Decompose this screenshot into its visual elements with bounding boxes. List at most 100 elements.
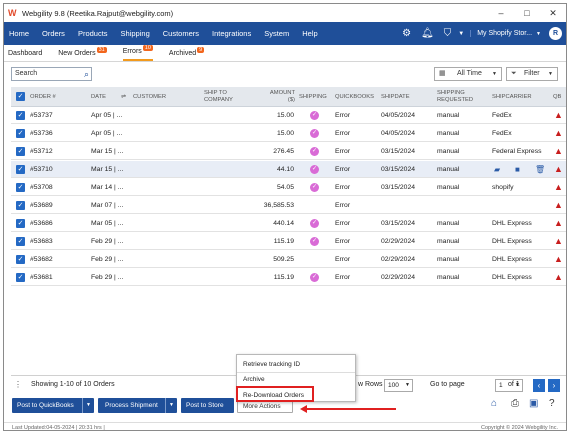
- shield-icon[interactable]: ⛉: [444, 28, 452, 39]
- order-amount: 36,585.53: [263, 202, 294, 209]
- col-shipping-requested[interactable]: SHIPPING REQUESTED: [437, 90, 487, 103]
- bell-icon[interactable]: 🔔︎: [421, 28, 434, 39]
- col-shipcarrier[interactable]: SHIPCARRIER: [492, 94, 532, 101]
- menu-orders[interactable]: Orders: [42, 29, 65, 38]
- maximize-button[interactable]: □: [514, 4, 540, 22]
- order-number[interactable]: #53681: [30, 269, 53, 286]
- col-amount[interactable]: AMOUNT ($): [263, 90, 295, 103]
- order-number[interactable]: #53708: [30, 179, 53, 196]
- warning-icon[interactable]: ▲: [554, 128, 563, 138]
- warning-icon[interactable]: ▲: [554, 182, 563, 192]
- warning-icon[interactable]: ▲: [554, 218, 563, 228]
- rows-per-page-select[interactable]: 100 ▼: [384, 379, 413, 392]
- order-number[interactable]: #53682: [30, 251, 53, 268]
- sort-icon[interactable]: ⇌: [121, 94, 126, 101]
- tab-archived[interactable]: Archived 9: [169, 47, 205, 61]
- row-checkbox[interactable]: ✓: [16, 147, 25, 156]
- date-range-dropdown[interactable]: ▦ All Time ▼: [434, 67, 502, 81]
- menu-system[interactable]: System: [264, 29, 289, 38]
- order-number[interactable]: #53686: [30, 215, 53, 232]
- order-number[interactable]: #53683: [30, 233, 53, 250]
- drag-handle-icon[interactable]: ⋮: [14, 380, 22, 389]
- order-number[interactable]: #53710: [30, 161, 53, 178]
- warning-icon[interactable]: ▲: [554, 146, 563, 156]
- warning-icon[interactable]: ▲: [554, 254, 563, 264]
- search-icon[interactable]: ⌕: [84, 68, 89, 80]
- warning-icon[interactable]: ▲: [554, 110, 563, 120]
- delete-icon[interactable]: 🗑︎: [535, 161, 545, 178]
- process-shipment-button[interactable]: Process Shipment ▼: [98, 398, 177, 413]
- user-avatar[interactable]: R: [549, 27, 562, 40]
- warning-icon[interactable]: ▲: [554, 236, 563, 246]
- table-row[interactable]: ✓ #53682 Feb 29 | ... 509.25 Error 02/29/2024…: [11, 251, 566, 268]
- close-button[interactable]: ✕: [540, 4, 566, 22]
- menu-item-retrieve-tracking[interactable]: Retrieve tracking ID: [243, 361, 300, 368]
- minimize-button[interactable]: –: [488, 4, 514, 22]
- save-icon[interactable]: ▣: [529, 398, 538, 409]
- table-row[interactable]: ✓ #53681 Feb 29 | ... 115.19 ✓ Error 02/29/202…: [11, 269, 566, 286]
- col-qb[interactable]: QB: [553, 94, 561, 101]
- folder-icon[interactable]: ▰: [494, 161, 500, 178]
- menu-customers[interactable]: Customers: [163, 29, 199, 38]
- search-input[interactable]: Search ⌕: [11, 67, 92, 81]
- row-checkbox[interactable]: ✓: [16, 165, 25, 174]
- chevron-down-icon[interactable]: ▼: [458, 31, 464, 37]
- order-number[interactable]: #53737: [30, 107, 53, 124]
- order-number[interactable]: #53736: [30, 125, 53, 142]
- post-to-store-button[interactable]: Post to Store: [181, 398, 234, 413]
- menu-help[interactable]: Help: [302, 29, 317, 38]
- col-shipping[interactable]: SHIPPING: [299, 94, 327, 101]
- order-amount: 44.10: [276, 166, 294, 173]
- table-row[interactable]: ✓ #53712 Mar 15 | ... 276.45 ✓ Error 03/15/202…: [11, 143, 566, 160]
- table-row[interactable]: ✓ #53683 Feb 29 | ... 115.19 ✓ Error 02/29/202…: [11, 233, 566, 250]
- table-row[interactable]: ✓ #53710 Mar 15 | ... 44.10 ✓ Error 03/15/2024…: [11, 161, 566, 178]
- tab-dashboard[interactable]: Dashboard: [8, 50, 42, 61]
- table-row[interactable]: ✓ #53708 Mar 14 | ... 54.05 ✓ Error 03/15/2024…: [11, 179, 566, 196]
- col-customer[interactable]: CUSTOMER: [133, 94, 166, 101]
- row-checkbox[interactable]: ✓: [16, 129, 25, 138]
- col-date[interactable]: DATE: [91, 94, 106, 101]
- tab-errors[interactable]: Errors 10: [122, 45, 153, 61]
- order-number[interactable]: #53712: [30, 143, 53, 160]
- row-checkbox[interactable]: ✓: [16, 183, 25, 192]
- row-checkbox[interactable]: ✓: [16, 219, 25, 228]
- save-row-icon[interactable]: ■: [515, 161, 520, 178]
- store-selector[interactable]: My Shopify Stor... ▼: [470, 30, 541, 37]
- post-to-quickbooks-button[interactable]: Post to QuickBooks ▼: [12, 398, 94, 413]
- row-checkbox[interactable]: ✓: [16, 255, 25, 264]
- row-checkbox[interactable]: ✓: [16, 111, 25, 120]
- menu-home[interactable]: Home: [9, 29, 29, 38]
- table-row[interactable]: ✓ #53737 Apr 05 | ... 15.00 ✓ Error 04/05/2024…: [11, 107, 566, 124]
- table-row[interactable]: ✓ #53686 Mar 05 | ... 440.14 ✓ Error 03/15/202…: [11, 215, 566, 232]
- chevron-down-icon[interactable]: ▼: [165, 398, 177, 413]
- print-icon[interactable]: ⎙: [511, 398, 519, 409]
- table-row[interactable]: ✓ #53736 Apr 05 | ... 15.00 ✓ Error 04/05/2024…: [11, 125, 566, 142]
- help-icon[interactable]: ?: [549, 398, 555, 409]
- chevron-down-icon[interactable]: ▼: [82, 398, 94, 413]
- menu-shipping[interactable]: Shipping: [121, 29, 150, 38]
- row-checkbox[interactable]: ✓: [16, 201, 25, 210]
- shipping-requested: manual: [437, 238, 460, 245]
- filter-button[interactable]: ⏷ Filter ▼: [506, 67, 558, 81]
- menu-item-archive[interactable]: Archive: [243, 376, 265, 383]
- col-order[interactable]: ORDER #: [30, 94, 56, 101]
- col-shipdate[interactable]: SHIPDATE: [381, 94, 410, 101]
- warning-icon[interactable]: ▲: [554, 164, 563, 174]
- row-checkbox[interactable]: ✓: [16, 273, 25, 282]
- col-quickbooks[interactable]: QUICKBOOKS: [335, 94, 374, 101]
- menu-products[interactable]: Products: [78, 29, 108, 38]
- warning-icon[interactable]: ▲: [554, 272, 563, 282]
- tab-new-orders[interactable]: New Orders 31: [58, 47, 107, 61]
- order-date: Mar 05 | ...: [91, 220, 124, 227]
- order-number[interactable]: #53689: [30, 197, 53, 214]
- next-page-button[interactable]: ›: [548, 379, 560, 392]
- settings-icon[interactable]: ⚙: [402, 28, 411, 39]
- prev-page-button[interactable]: ‹: [533, 379, 545, 392]
- warning-icon[interactable]: ▲: [554, 200, 563, 210]
- select-all-checkbox[interactable]: ✓: [16, 92, 25, 101]
- archive-icon[interactable]: ⌂: [491, 398, 497, 409]
- table-row[interactable]: ✓ #53689 Mar 07 | ... 36,585.53 Error ▲: [11, 197, 566, 214]
- row-checkbox[interactable]: ✓: [16, 237, 25, 246]
- col-ship-to-company[interactable]: SHIP TO COMPANY: [204, 90, 252, 103]
- menu-integrations[interactable]: Integrations: [212, 29, 251, 38]
